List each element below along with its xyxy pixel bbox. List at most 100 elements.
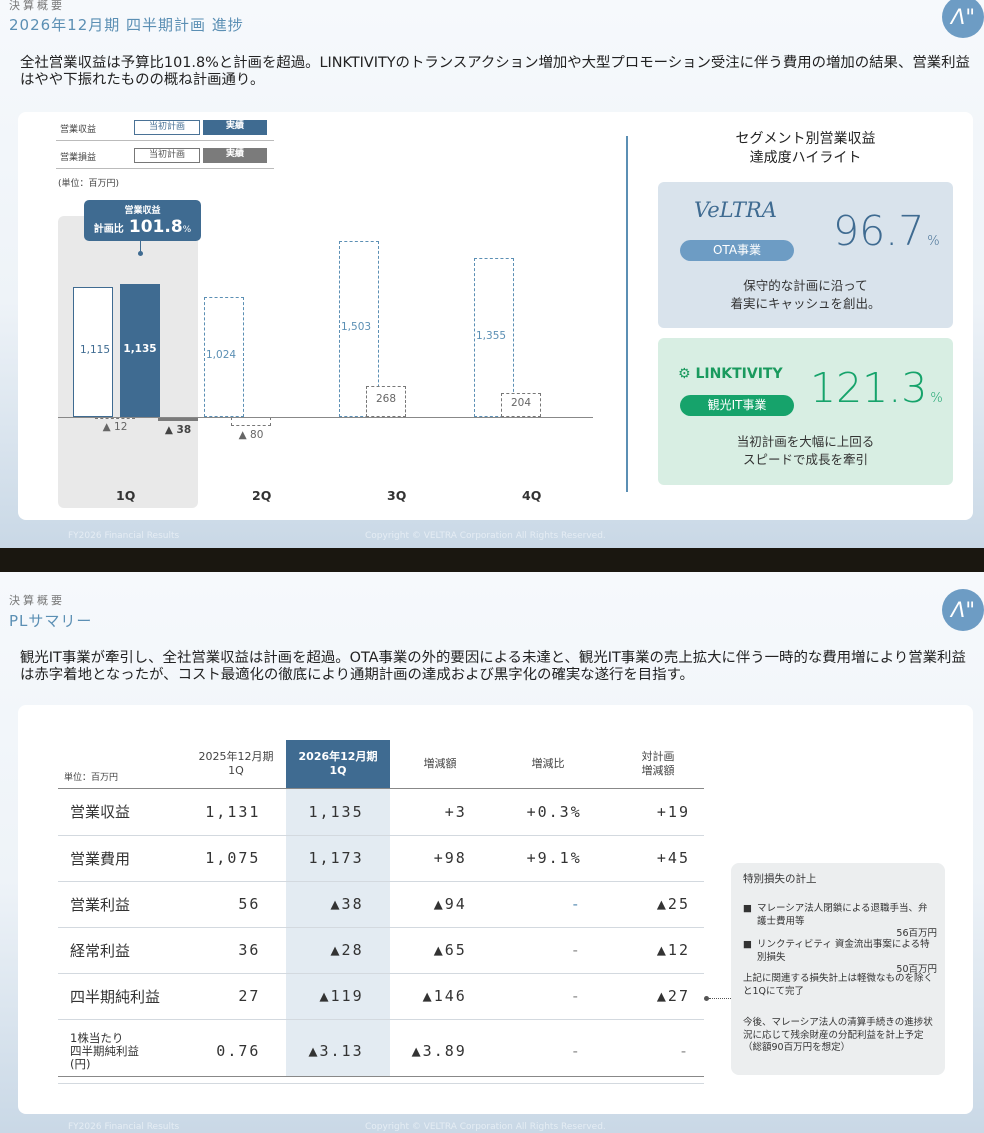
plan-loss-label: 268 [375, 393, 397, 406]
it-highlight-card: ⚙ LINKTIVITY 観光IT事業 121.3% 当初計画を大幅に上回る ス… [658, 338, 953, 485]
it-segment-pill: 観光IT事業 [680, 395, 794, 416]
row-label: 四半期純利益 [58, 973, 186, 1020]
cell-plan-diff: ▲25 [599, 881, 704, 928]
it-description: 当初計画を大幅に上回る スピードで成長を牽引 [658, 433, 953, 469]
cell-rate: - [492, 973, 600, 1020]
highlight-title-line1: セグメント別営業収益 [735, 131, 876, 147]
ota-achievement-unit: % [927, 234, 940, 249]
header-rate: 増減比 [531, 757, 565, 770]
cell-rate: - [492, 881, 600, 928]
veltra-logo-icon: ᐱ" [942, 0, 984, 38]
cell-rate: - [492, 1019, 600, 1084]
page-title: PLサマリー [9, 612, 93, 630]
cell-current-year: ▲119 [282, 973, 386, 1020]
cell-prev-year: 36 [185, 927, 283, 974]
cell-prev-year: 56 [185, 881, 283, 928]
plan-revenue-label: 1,355 [476, 329, 507, 342]
category-label-3q: 3Q [387, 488, 407, 503]
it-description-line1: 当初計画を大幅に上回る [736, 434, 875, 449]
cell-rate: +9.1% [492, 835, 600, 882]
footer-doc-title: FY2026 Financial Results [68, 531, 180, 541]
note-bullet: ■ [743, 939, 752, 950]
it-achievement-unit: % [930, 391, 943, 406]
ota-achievement: 96.7% [833, 207, 940, 255]
cell-current-year: ▲3.13 [282, 1019, 386, 1084]
plan-revenue-label: 1,115 [79, 343, 111, 356]
cell-current-year: ▲28 [282, 927, 386, 974]
table-row: 営業収益 1,131 1,135 +3 +0.3% +19 [58, 789, 704, 836]
category-label-1q: 1Q [116, 488, 136, 503]
plan-loss-label: ▲ 80 [238, 429, 264, 442]
row-label: 経常利益 [58, 927, 186, 974]
chart-baseline [58, 417, 593, 418]
cell-current-year: ▲38 [282, 881, 386, 928]
note-paragraph-1: 上記に関連する損失計上は軽微なものを除くと1Qにて完了 [743, 973, 934, 997]
row-label: 営業費用 [58, 835, 186, 882]
footer-copyright: Copyright © VELTRA Corporation All Right… [365, 531, 606, 541]
note-item-2: ■ リンクティビティ 資金流出事案による特別損失 50百万円 [743, 939, 937, 977]
cell-plan-diff: ▲12 [599, 927, 704, 974]
panel-divider [626, 136, 628, 492]
linktivity-brand-logo: ⚙ LINKTIVITY [678, 366, 783, 382]
chart-panel: 営業収益 当初計画 実績 営業損益 当初計画 実績 (単位：百万円) 営業収益 … [18, 112, 973, 520]
note-connector-line [709, 998, 731, 999]
unit-label: 単位：百万円 [64, 773, 119, 783]
header-diff: 増減額 [423, 757, 457, 770]
ota-highlight-card: VeLTRA OTA事業 96.7% 保守的な計画に沿って 着実にキャッシュを創… [658, 182, 953, 328]
actual-loss-label: ▲ 38 [164, 424, 192, 437]
veltra-brand-logo: VeLTRA [694, 198, 777, 222]
cell-plan-diff: +45 [599, 835, 704, 882]
row-label: 営業収益 [58, 789, 186, 836]
it-description-line2: スピードで成長を牽引 [742, 452, 868, 467]
pl-table: 営業収益 1,131 1,135 +3 +0.3% +19 営業費用 1,075 1,173 +9… [58, 789, 704, 1084]
header-prev-year: 2025年12月期 1Q [198, 750, 274, 777]
category-label-2q: 2Q [252, 488, 272, 503]
page-title: 2026年12月期 四半期計画 進捗 [9, 16, 244, 34]
quarterly-bar-chart: 1,115 1,024 1,503 1,355 1,135 ▲ 12 ▲ 80 268 204 ▲… [18, 112, 618, 512]
veltra-logo-icon: ᐱ" [942, 589, 984, 631]
plan-revenue-label: 1,503 [341, 321, 372, 334]
note-item-1: ■ マレーシア法人閉鎖による退職手当、弁護士費用等 56百万円 [743, 903, 937, 941]
ota-description-line2: 着実にキャッシュを創出。 [730, 296, 881, 311]
table-row: 営業利益 56 ▲38 ▲94- ▲25 [58, 881, 704, 928]
slide-quarterly-progress: 決算概要 2026年12月期 四半期計画 進捗 ᐱ" 全社営業収益は予算比101… [0, 0, 984, 548]
it-achievement-value: 121.3 [810, 364, 928, 412]
cell-diff: +98 [385, 835, 493, 882]
cell-diff: ▲94 [385, 881, 493, 928]
note-title: 特別損失の計上 [743, 873, 817, 885]
cell-prev-year: 27 [185, 973, 283, 1020]
footer-doc-title: FY2026 Financial Results [68, 1122, 180, 1132]
cell-rate: - [492, 927, 600, 974]
ota-segment-pill: OTA事業 [680, 240, 794, 261]
header-current-year: 2026年12月期 1Q [298, 750, 378, 777]
cell-diff: +3 [385, 789, 493, 836]
table-row: 1株当たり 四半期純利益 (円) 0.76 ▲3.13 ▲3.89- - [58, 1019, 704, 1084]
ota-description-line1: 保守的な計画に沿って [743, 278, 868, 293]
section-kicker: 決算概要 [9, 0, 65, 12]
row-label: 1株当たり 四半期純利益 (円) [58, 1019, 186, 1084]
pl-table-panel: 単位：百万円 2025年12月期 1Q 2026年12月期 1Q 増減額 増減比… [18, 705, 973, 1114]
table-row: 四半期純利益 27 ▲119 ▲146- ▲27 [58, 973, 704, 1020]
section-kicker: 決算概要 [9, 594, 65, 607]
note-item-1-text: マレーシア法人閉鎖による退職手当、弁護士費用等 [757, 903, 928, 927]
lead-text: 全社営業収益は予算比101.8%と計画を超過。LINKTIVITYのトランスアク… [20, 55, 970, 88]
cell-prev-year: 1,075 [185, 835, 283, 882]
table-bottom-rule [58, 1076, 704, 1077]
cell-rate: +0.3% [492, 789, 600, 836]
note-item-2-text: リンクティビティ 資金流出事案による特別損失 [757, 939, 930, 963]
footer-copyright: Copyright © VELTRA Corporation All Right… [365, 1122, 606, 1132]
cell-current-year: 1,173 [282, 835, 386, 882]
cell-diff: ▲65 [385, 927, 493, 974]
highlight-title-line2: 達成度ハイライト [749, 150, 862, 166]
note-bullet: ■ [743, 903, 752, 914]
category-label-4q: 4Q [522, 488, 542, 503]
table-row: 営業費用 1,075 1,173 +98 +9.1% +45 [58, 835, 704, 882]
plan-loss-bar [231, 417, 271, 427]
cell-plan-diff: - [599, 1019, 704, 1084]
table-row: 経常利益 36 ▲28 ▲65- ▲12 [58, 927, 704, 974]
header-plan-diff: 対計画 増減額 [641, 750, 675, 777]
lead-text: 観光IT事業が牽引し、全社営業収益は計画を超過。OTA事業の外的要因による未達と… [20, 650, 966, 683]
cell-current-year: 1,135 [282, 789, 386, 836]
cell-plan-diff: +19 [599, 789, 704, 836]
it-achievement: 121.3% [810, 364, 943, 412]
